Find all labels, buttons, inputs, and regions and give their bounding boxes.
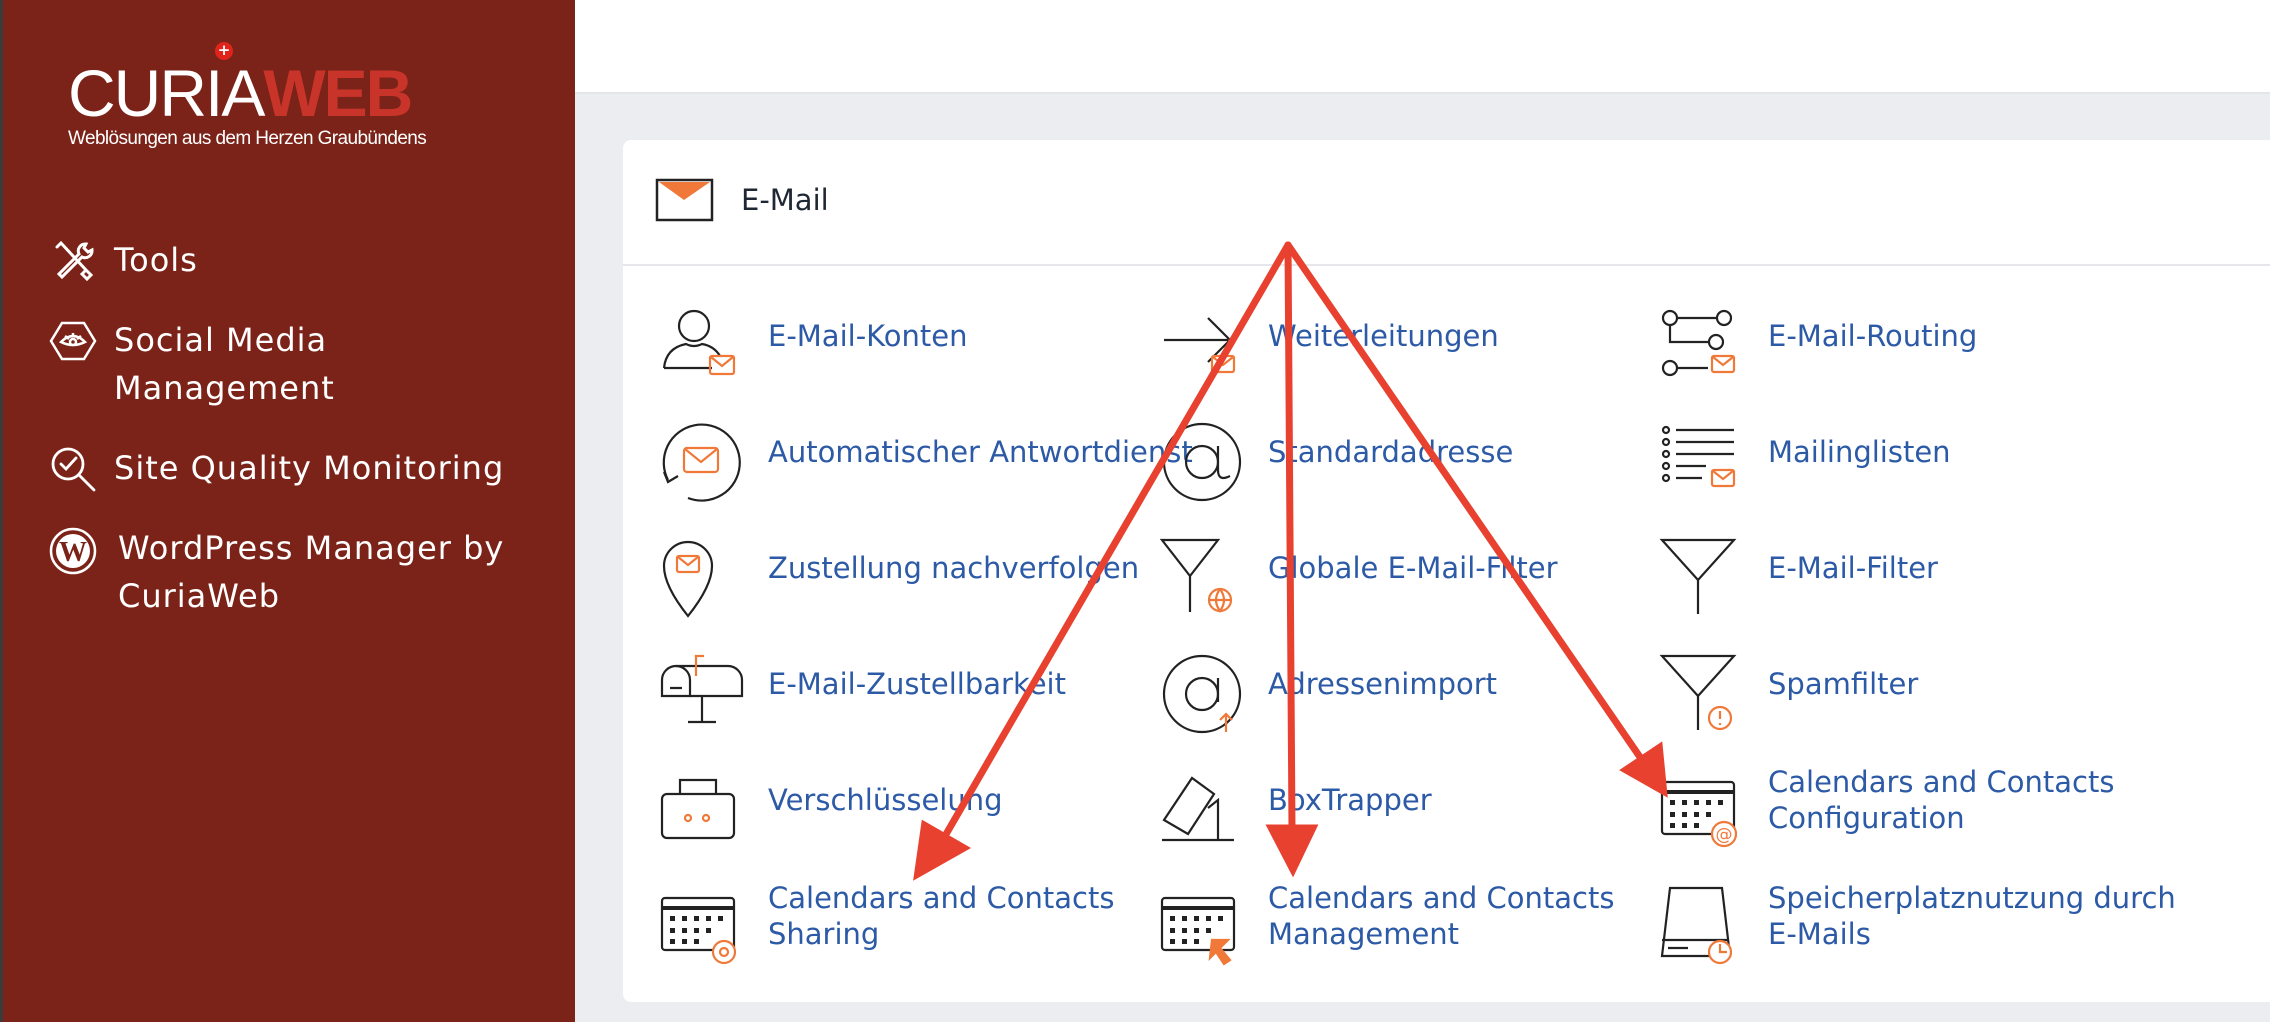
global-filter-icon xyxy=(1158,536,1246,624)
section-header: E-Mail xyxy=(623,140,2270,266)
brand-logo[interactable]: CURIAWEB + Weblösungen aus dem Herzen Gr… xyxy=(68,42,448,157)
swiss-cross-icon: + xyxy=(215,42,233,60)
tool-label: E-Mail-Konten xyxy=(768,319,968,353)
calendar-config-icon: @ xyxy=(1658,768,1746,856)
logo-part-curia: CURIA xyxy=(68,56,265,130)
top-bar xyxy=(575,0,2270,94)
social-media-icon xyxy=(48,316,98,366)
site-quality-icon xyxy=(48,444,98,494)
tool-label: E-Mail-Zustellbarkeit xyxy=(768,667,1066,701)
tool-label: Zustellung nachverfolgen xyxy=(768,551,1140,585)
encryption-icon xyxy=(658,768,746,856)
autoresponder-icon xyxy=(658,420,746,508)
spam-filter-icon xyxy=(1658,652,1746,740)
tool-label: Calendars and Contacts xyxy=(768,881,1115,915)
sidebar-item-label: Social Media xyxy=(114,321,328,359)
sidebar-item-label: Site Quality Monitoring xyxy=(114,449,505,487)
sidebar-edge xyxy=(0,0,3,1022)
default-address-icon xyxy=(1158,420,1246,508)
tool-label: Automatischer Antwortdienst xyxy=(768,435,1193,469)
disk-usage-icon xyxy=(1658,884,1746,972)
email-section-card: E-Mail E-Mail-Konten Weiterleitungen E-M… xyxy=(623,140,2270,1002)
tool-label: Configuration xyxy=(1768,801,1965,835)
tools-icon xyxy=(48,236,98,286)
boxtrapper-icon xyxy=(1158,768,1246,856)
tool-label: Calendars and Contacts xyxy=(1268,881,1615,915)
address-import-icon xyxy=(1158,652,1246,740)
tool-label: Standardadresse xyxy=(1268,435,1514,469)
sidebar-item-label: Tools xyxy=(114,241,198,279)
tool-label: Calendars and Contacts xyxy=(1768,765,2115,799)
track-delivery-icon xyxy=(658,536,746,624)
tool-label: Speicherplatznutzung durch xyxy=(1768,881,2176,915)
logo-part-web: WEB xyxy=(263,56,413,130)
tool-label: Globale E-Mail-Filter xyxy=(1268,551,1558,585)
logo-tagline: Weblösungen aus dem Herzen Graubündens xyxy=(68,128,427,149)
svg-text:@: @ xyxy=(1716,825,1733,845)
sidebar-item-label: CuriaWeb xyxy=(118,577,281,615)
tool-label: Mailinglisten xyxy=(1768,435,1951,469)
forwarders-icon xyxy=(1158,304,1246,392)
tool-label: E-Mails xyxy=(1768,917,1871,951)
tool-label: E-Mail-Filter xyxy=(1768,551,1938,585)
tool-label: Verschlüsselung xyxy=(768,783,1003,817)
mailing-lists-icon xyxy=(1658,420,1746,508)
sidebar: CURIAWEB + Weblösungen aus dem Herzen Gr… xyxy=(0,0,575,1022)
sidebar-item-label: WordPress Manager by xyxy=(118,529,505,567)
calendar-sharing-icon xyxy=(658,884,746,972)
deliverability-icon xyxy=(658,652,746,740)
tool-label: Adressenimport xyxy=(1268,667,1498,701)
tool-label: Management xyxy=(1268,917,1460,951)
section-title: E-Mail xyxy=(741,183,829,217)
svg-text:W: W xyxy=(59,537,87,568)
sidebar-item-label: Management xyxy=(114,369,335,407)
tool-label: E-Mail-Routing xyxy=(1768,319,1978,353)
email-filter-icon xyxy=(1658,536,1746,624)
tool-label: Spamfilter xyxy=(1768,667,1919,701)
email-accounts-icon xyxy=(658,304,746,392)
email-routing-icon xyxy=(1658,304,1746,392)
wordpress-icon: W xyxy=(48,526,98,576)
envelope-icon xyxy=(655,178,715,224)
logo-wordmark: CURIAWEB xyxy=(68,60,413,126)
tool-label: BoxTrapper xyxy=(1268,783,1432,817)
tool-label: Weiterleitungen xyxy=(1268,319,1499,353)
tool-label: Sharing xyxy=(768,917,880,951)
calendar-management-icon xyxy=(1158,884,1246,972)
